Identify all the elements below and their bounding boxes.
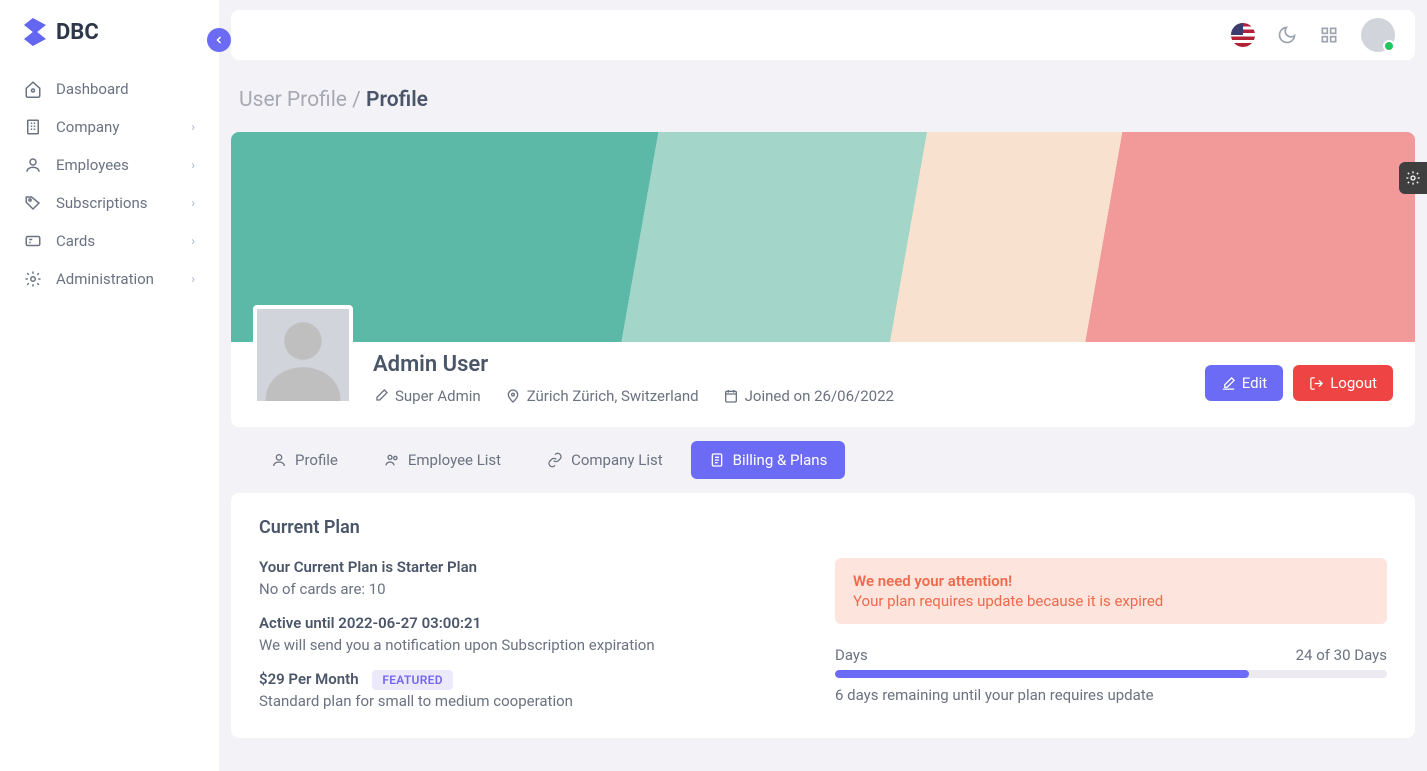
chevron-right-icon: › [191, 120, 195, 134]
profile-joined: Joined on 26/06/2022 [723, 387, 894, 405]
chevron-right-icon: › [191, 272, 195, 286]
plan-description: Standard plan for small to medium cooper… [259, 692, 795, 710]
users-icon [384, 452, 400, 468]
document-icon [709, 452, 725, 468]
chevron-right-icon: › [191, 158, 195, 172]
nav-label: Dashboard [56, 80, 129, 98]
locale-flag-icon[interactable] [1231, 23, 1255, 47]
plan-status: We need your attention! Your plan requir… [835, 558, 1387, 714]
nav-label: Subscriptions [56, 194, 147, 212]
chevron-right-icon: › [191, 234, 195, 248]
plan-cards-count: No of cards are: 10 [259, 580, 795, 598]
pen-icon [373, 388, 389, 404]
profile-role-text: Super Admin [395, 387, 481, 405]
sidebar-item-dashboard[interactable]: Dashboard [0, 70, 219, 108]
user-icon [24, 156, 42, 174]
nav: Dashboard Company › Employees › Subscrip… [0, 64, 219, 304]
plan-details: Your Current Plan is Starter Plan No of … [259, 558, 795, 714]
attention-alert: We need your attention! Your plan requir… [835, 558, 1387, 624]
edit-label: Edit [1242, 374, 1267, 392]
plan-price: $29 Per Month FEATURED [259, 670, 795, 688]
sidebar-item-company[interactable]: Company › [0, 108, 219, 146]
tag-icon [24, 194, 42, 212]
moon-icon[interactable] [1277, 25, 1297, 45]
calendar-icon [723, 388, 739, 404]
edit-button[interactable]: Edit [1205, 365, 1283, 401]
sidebar-item-cards[interactable]: Cards › [0, 222, 219, 260]
profile-role: Super Admin [373, 387, 481, 405]
nav-label: Employees [56, 156, 129, 174]
breadcrumb-parent[interactable]: User Profile [239, 88, 347, 112]
brand-logo-icon [24, 18, 46, 46]
days-label: Days [835, 646, 868, 664]
sidebar-item-employees[interactable]: Employees › [0, 146, 219, 184]
brand[interactable]: DBC [0, 18, 219, 64]
gear-icon [1405, 170, 1421, 186]
days-note: 6 days remaining until your plan require… [835, 686, 1387, 704]
pin-icon [505, 388, 521, 404]
tab-label: Profile [295, 451, 338, 469]
plan-current-title: Your Current Plan is Starter Plan [259, 558, 795, 576]
profile-joined-text: Joined on 26/06/2022 [745, 387, 894, 405]
breadcrumb: User Profile / Profile [231, 60, 1415, 132]
profile-location: Zürich Zürich, Switzerland [505, 387, 699, 405]
profile-avatar [253, 305, 353, 405]
main: User Profile / Profile Admin User Super … [219, 0, 1427, 771]
topbar [231, 10, 1415, 60]
tabs: Profile Employee List Company List Billi… [231, 441, 1415, 479]
grid-icon[interactable] [1319, 25, 1339, 45]
brand-title: DBC [56, 20, 99, 45]
sidebar: DBC Dashboard Company › Employees › Subs… [0, 0, 219, 771]
tab-label: Company List [571, 451, 663, 469]
tab-company-list[interactable]: Company List [529, 441, 681, 479]
plan-active-until: Active until 2022-06-27 03:00:21 [259, 614, 795, 632]
sidebar-item-administration[interactable]: Administration › [0, 260, 219, 298]
tab-profile[interactable]: Profile [253, 441, 356, 479]
chevron-right-icon: › [191, 196, 195, 210]
gear-icon [24, 270, 42, 288]
plan-price-text: $29 Per Month [259, 670, 359, 688]
plan-heading: Current Plan [259, 517, 1387, 538]
nav-label: Administration [56, 270, 154, 288]
home-icon [24, 80, 42, 98]
tab-label: Employee List [408, 451, 501, 469]
profile-name: Admin User [373, 352, 1205, 377]
logout-label: Logout [1330, 374, 1377, 392]
link-icon [547, 452, 563, 468]
logout-button[interactable]: Logout [1293, 365, 1393, 401]
breadcrumb-current: Profile [366, 88, 428, 112]
alert-title: We need your attention! [853, 572, 1369, 590]
user-avatar[interactable] [1361, 18, 1395, 52]
nav-label: Cards [56, 232, 95, 250]
tab-label: Billing & Plans [733, 451, 828, 469]
plan-notify-text: We will send you a notification upon Sub… [259, 636, 795, 654]
days-count: 24 of 30 Days [1296, 646, 1387, 664]
plan-card: Current Plan Your Current Plan is Starte… [231, 493, 1415, 738]
tab-employee-list[interactable]: Employee List [366, 441, 519, 479]
days-progress [835, 670, 1387, 678]
alert-body: Your plan requires update because it is … [853, 592, 1163, 610]
days-progress-fill [835, 670, 1249, 678]
sidebar-item-subscriptions[interactable]: Subscriptions › [0, 184, 219, 222]
profile-banner [231, 132, 1415, 342]
logout-icon [1309, 376, 1324, 391]
profile-card: Admin User Super Admin Zürich Zürich, Sw… [231, 132, 1415, 427]
settings-float-button[interactable] [1399, 162, 1427, 194]
person-icon [258, 311, 348, 401]
card-icon [24, 232, 42, 250]
featured-badge: FEATURED [372, 670, 453, 690]
tab-billing-plans[interactable]: Billing & Plans [691, 441, 846, 479]
profile-location-text: Zürich Zürich, Switzerland [527, 387, 699, 405]
edit-icon [1221, 376, 1236, 391]
nav-label: Company [56, 118, 119, 136]
building-icon [24, 118, 42, 136]
user-icon [271, 452, 287, 468]
breadcrumb-sep: / [347, 88, 366, 112]
